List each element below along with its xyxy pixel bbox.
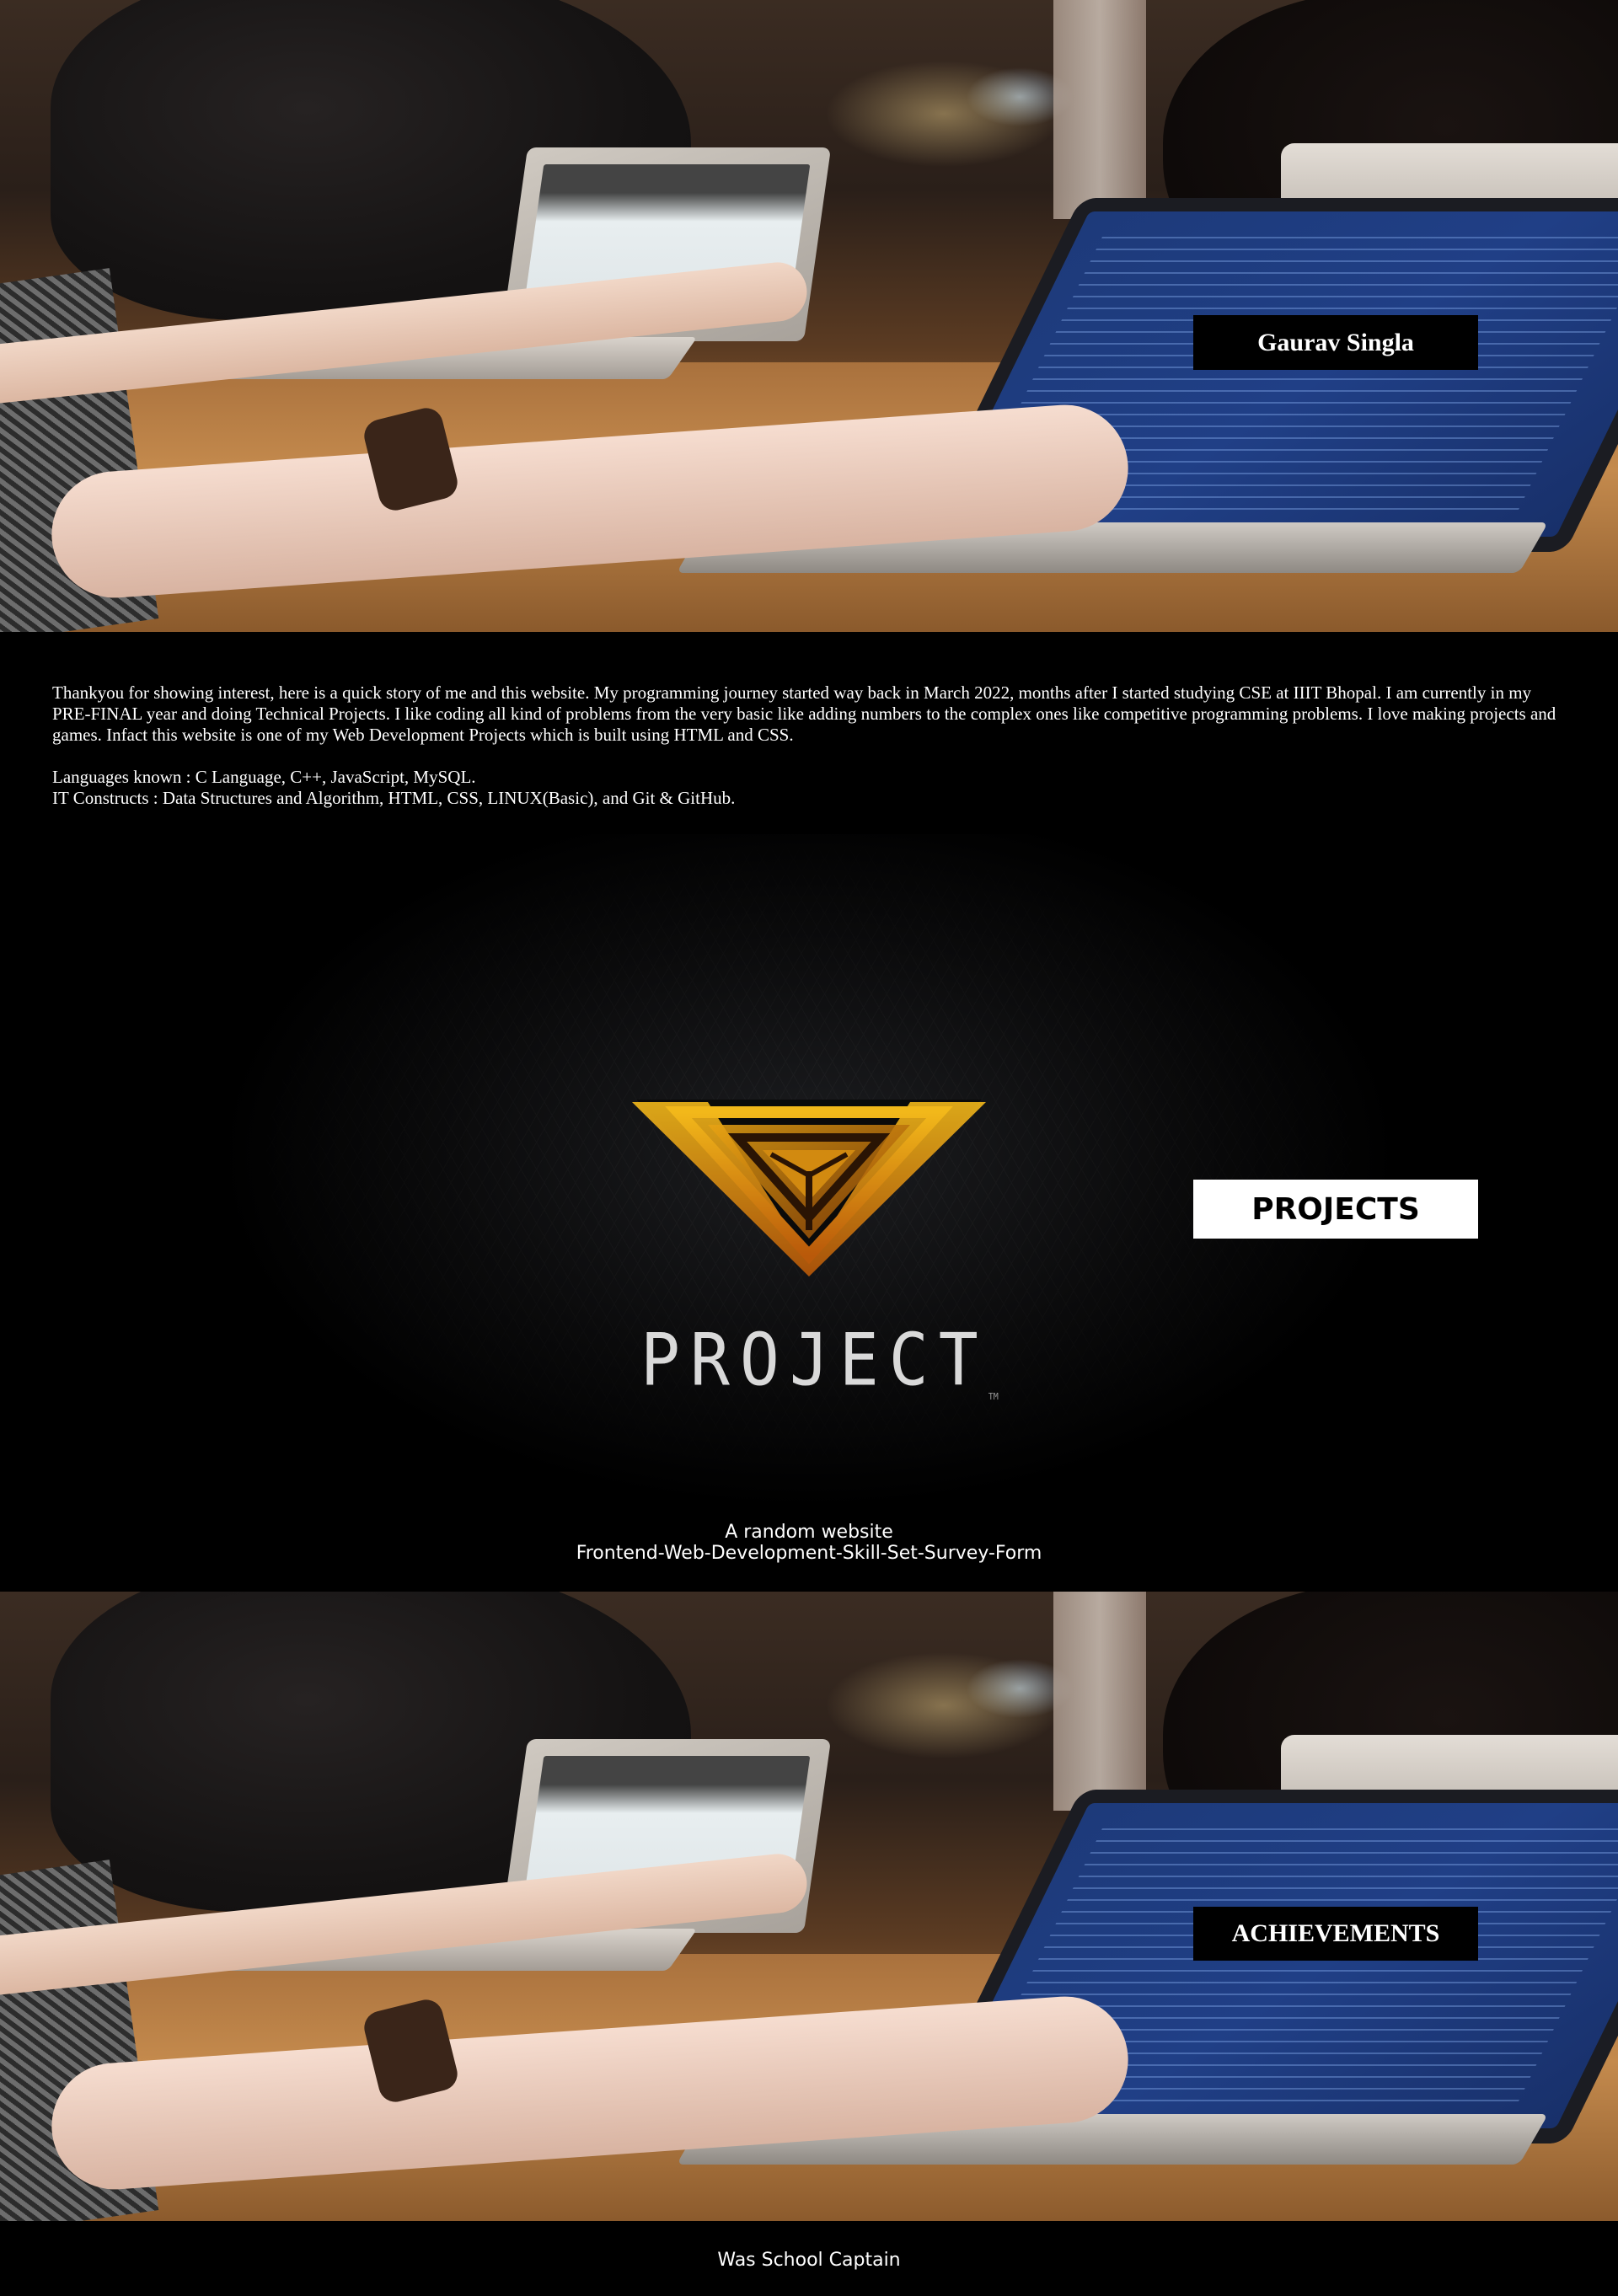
project-word-text: PROJECT xyxy=(640,1319,988,1403)
projects-heading: PROJECTS xyxy=(1193,1180,1478,1239)
project-wordmark: PROJECTTM xyxy=(640,1319,999,1403)
intro-story: Thankyou for showing interest, here is a… xyxy=(52,682,1556,745)
name-tag: Gaurav Singla xyxy=(1193,315,1478,370)
achievement-item: Was School Captain xyxy=(717,2250,901,2271)
achievement-list: Was School Captain xyxy=(0,2250,1618,2271)
project-links: A random website Frontend-Web-Developmen… xyxy=(0,1522,1618,1564)
intro-section: Thankyou for showing interest, here is a… xyxy=(52,682,1569,809)
achievements-heading: ACHIEVEMENTS xyxy=(1193,1907,1478,1961)
trademark-mark: TM xyxy=(988,1392,999,1403)
project-logo-icon xyxy=(632,1100,986,1276)
project-link-survey-form[interactable]: Frontend-Web-Development-Skill-Set-Surve… xyxy=(0,1543,1618,1564)
project-link-random-website[interactable]: A random website xyxy=(0,1522,1618,1543)
it-constructs: IT Constructs : Data Structures and Algo… xyxy=(52,788,736,808)
languages-known: Languages known : C Language, C++, JavaS… xyxy=(52,767,476,787)
